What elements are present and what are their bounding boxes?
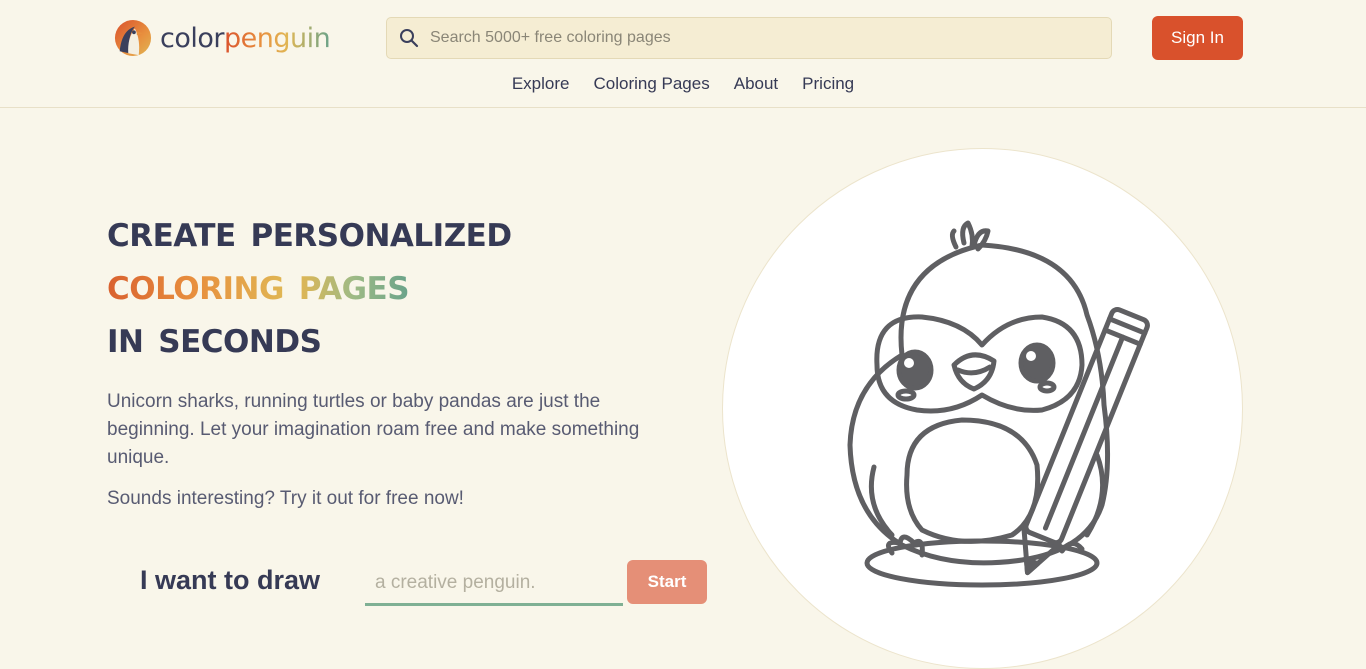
- site-header: colorpenguin Sign In Explore Coloring Pa…: [0, 0, 1366, 108]
- hero-title-coloring: Coloring: [107, 259, 284, 310]
- main-nav: Explore Coloring Pages About Pricing: [0, 74, 1366, 94]
- hero-title-line2: Coloring Pages: [107, 258, 512, 311]
- penguin-drawing-image: [847, 220, 1150, 588]
- hero-tagline: Sounds interesting? Try it out for free …: [107, 488, 464, 509]
- logo-text-color: color: [160, 22, 225, 54]
- nav-item-explore[interactable]: Explore: [512, 74, 570, 94]
- logo-text-penguin: penguin: [224, 22, 331, 54]
- draw-prompt-label: I want to draw: [140, 565, 321, 595]
- penguin-logo-icon: [114, 19, 152, 57]
- draw-prompt-input[interactable]: [365, 562, 623, 606]
- search-icon: [400, 29, 419, 48]
- hero-title-pages: Pages: [298, 259, 410, 310]
- logo[interactable]: colorpenguin: [114, 18, 331, 58]
- search-input[interactable]: [428, 28, 1111, 48]
- hero-title: Create Personalized Coloring Pages in se…: [107, 205, 512, 364]
- nav-item-pricing[interactable]: Pricing: [802, 74, 854, 94]
- sign-in-button[interactable]: Sign In: [1152, 16, 1243, 60]
- hero-description: Unicorn sharks, running turtles or baby …: [107, 391, 640, 468]
- nav-item-about[interactable]: About: [734, 74, 778, 94]
- start-button[interactable]: Start: [627, 560, 707, 604]
- nav-item-coloring-pages[interactable]: Coloring Pages: [593, 74, 709, 94]
- logo-text: colorpenguin: [160, 22, 331, 54]
- search-bar: [386, 17, 1112, 59]
- hero-title-line3: in seconds: [107, 312, 322, 363]
- hero-title-line1: Create Personalized: [107, 206, 512, 257]
